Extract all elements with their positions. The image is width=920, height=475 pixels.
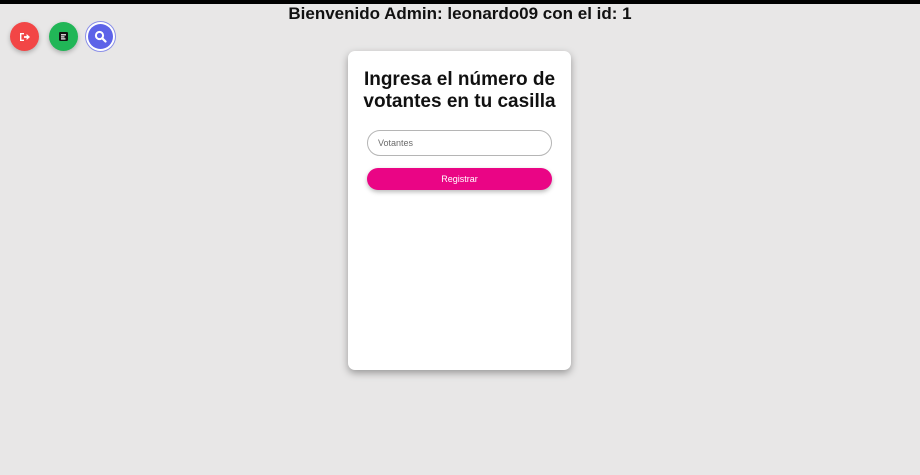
form-title: Ingresa el número de votantes en tu casi… (363, 69, 556, 112)
voters-input[interactable] (367, 130, 552, 156)
voters-form-card: Ingresa el número de votantes en tu casi… (348, 51, 571, 370)
welcome-heading: Bienvenido Admin: leonardo09 con el id: … (288, 4, 632, 23)
logout-icon (19, 31, 31, 43)
search-icon (94, 30, 107, 43)
logout-button[interactable] (10, 22, 39, 51)
search-button[interactable] (88, 24, 113, 49)
register-button[interactable]: Registrar (367, 168, 552, 190)
report-button[interactable] (49, 22, 78, 51)
report-icon (58, 31, 69, 42)
